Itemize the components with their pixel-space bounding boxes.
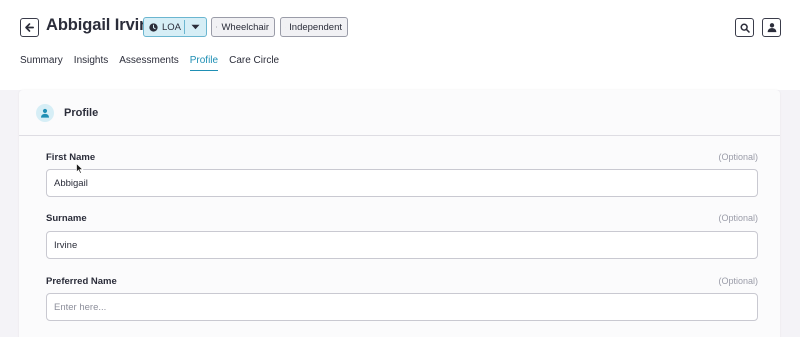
search-button[interactable] (735, 18, 754, 37)
wheelchair-tag-label: Wheelchair (221, 21, 269, 33)
tab-summary[interactable]: Summary (20, 55, 63, 71)
arrow-left-icon (25, 23, 34, 32)
profile-card-header: Profile (19, 90, 780, 136)
wheelchair-icon (216, 26, 218, 28)
preferred-name-optional-hint: (Optional) (718, 276, 758, 286)
back-button[interactable] (20, 18, 39, 37)
preferred-name-label: Preferred Name (46, 276, 117, 287)
mouse-pointer-icon (76, 163, 84, 174)
surname-optional-hint: (Optional) (718, 213, 758, 223)
first-name-input[interactable] (46, 169, 758, 197)
wheelchair-tag: Wheelchair (211, 17, 275, 37)
page-header: Abbigail Irvine LOA Wheelchair Independe… (0, 0, 800, 90)
profile-card-title: Profile (64, 107, 99, 119)
avatar (36, 104, 54, 122)
tab-profile[interactable]: Profile (189, 55, 219, 71)
status-label: LOA (162, 21, 182, 33)
clock-icon (149, 22, 158, 32)
independent-tag-label: Independent (289, 21, 342, 33)
search-icon (740, 23, 750, 33)
tab-assessments[interactable]: Assessments (119, 55, 178, 71)
user-button[interactable] (762, 18, 781, 37)
person-icon (41, 108, 49, 118)
profile-card: Profile First Name (Optional) Surname (O… (19, 90, 780, 337)
status-button[interactable]: LOA (144, 18, 184, 36)
preferred-name-input[interactable] (46, 293, 758, 321)
caret-down-icon (191, 24, 200, 30)
first-name-optional-hint: (Optional) (718, 152, 758, 162)
surname-label: Surname (46, 213, 87, 224)
independent-tag: Independent (280, 17, 348, 37)
status-caret-button[interactable] (185, 18, 206, 36)
user-icon (767, 23, 776, 33)
first-name-label: First Name (46, 152, 96, 163)
profile-tabs: Summary Insights Assessments Profile Car… (20, 55, 290, 71)
patient-name: Abbigail Irvine (46, 16, 159, 34)
tab-insights[interactable]: Insights (74, 55, 108, 71)
tab-care-circle[interactable]: Care Circle (229, 55, 279, 71)
status-dropdown: LOA (143, 17, 207, 37)
surname-input[interactable] (46, 231, 758, 259)
